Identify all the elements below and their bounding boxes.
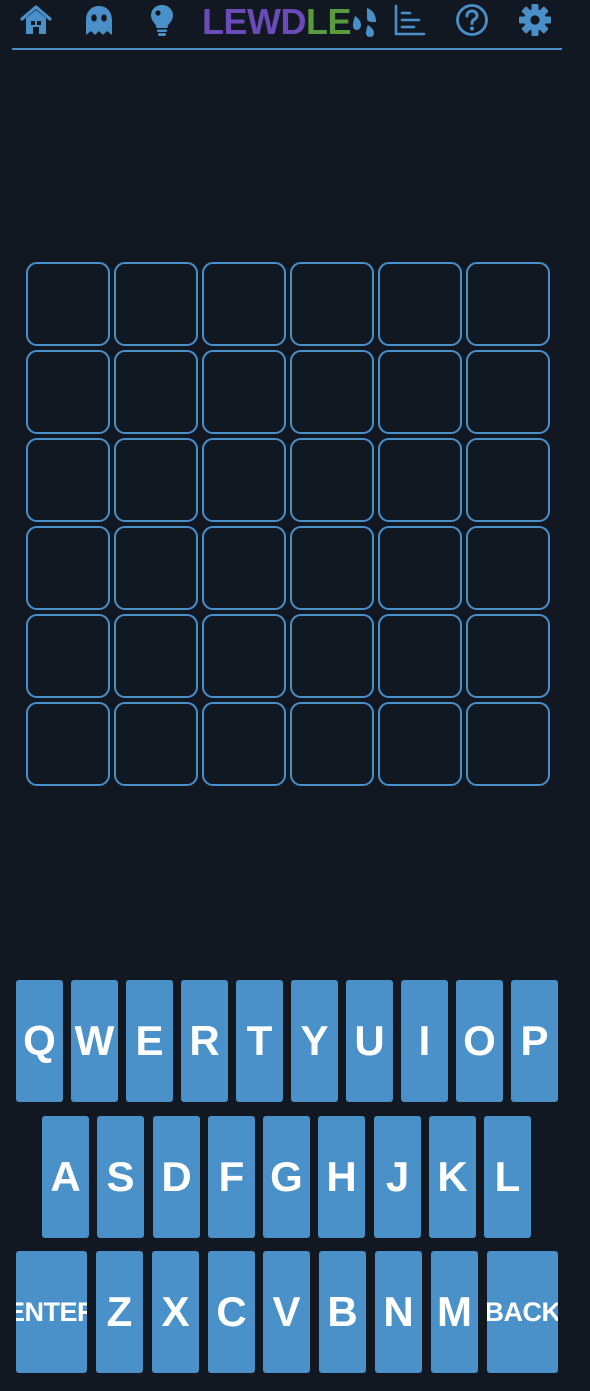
letter-tile (202, 526, 286, 610)
key-c[interactable]: C (208, 1251, 255, 1373)
key-a[interactable]: A (42, 1116, 89, 1238)
letter-tile (290, 526, 374, 610)
letter-tile (202, 438, 286, 522)
key-y[interactable]: Y (291, 980, 338, 1102)
key-s[interactable]: S (97, 1116, 144, 1238)
letter-tile (290, 702, 374, 786)
key-z[interactable]: Z (96, 1251, 143, 1373)
key-p[interactable]: P (511, 980, 558, 1102)
letter-tile (290, 262, 374, 346)
lightbulb-icon[interactable] (144, 2, 180, 38)
keyboard-row-3: ENTERZXCVBNMBACK (0, 1251, 590, 1373)
letter-tile (202, 614, 286, 698)
droplets-icon (353, 8, 376, 37)
key-x[interactable]: X (152, 1251, 199, 1373)
game-page: LEWD LE Q W E R T Y U I O P A S D F G H … (0, 0, 590, 1391)
key-j[interactable]: J (374, 1116, 421, 1238)
settings-icon[interactable] (517, 2, 553, 38)
key-u[interactable]: U (346, 980, 393, 1102)
key-back[interactable]: BACK (487, 1251, 558, 1373)
letter-tile (202, 350, 286, 434)
key-r[interactable]: R (181, 980, 228, 1102)
key-o[interactable]: O (456, 980, 503, 1102)
letter-tile (466, 262, 550, 346)
key-v[interactable]: V (263, 1251, 310, 1373)
letter-tile (114, 614, 198, 698)
key-enter[interactable]: ENTER (16, 1251, 87, 1373)
key-n[interactable]: N (375, 1251, 422, 1373)
letter-tile (378, 614, 462, 698)
key-e[interactable]: E (126, 980, 173, 1102)
key-t[interactable]: T (236, 980, 283, 1102)
letter-tile (378, 438, 462, 522)
key-k[interactable]: K (429, 1116, 476, 1238)
logo-text-green: LE (305, 1, 352, 42)
letter-tile (466, 438, 550, 522)
key-l[interactable]: L (484, 1116, 531, 1238)
key-q[interactable]: Q (16, 980, 63, 1102)
letter-tile (26, 702, 110, 786)
letter-tile (466, 350, 550, 434)
letter-tile (114, 702, 198, 786)
letter-tile (26, 438, 110, 522)
key-d[interactable]: D (153, 1116, 200, 1238)
letter-tile (290, 350, 374, 434)
letter-tile (378, 526, 462, 610)
key-f[interactable]: F (208, 1116, 255, 1238)
key-g[interactable]: G (263, 1116, 310, 1238)
home-icon[interactable] (18, 2, 54, 38)
top-nav: LEWD LE (12, 0, 562, 50)
letter-tile (26, 614, 110, 698)
letter-tile (114, 526, 198, 610)
letter-tile (202, 262, 286, 346)
letter-tile (290, 438, 374, 522)
letter-tile (466, 702, 550, 786)
key-i[interactable]: I (401, 980, 448, 1102)
stats-icon[interactable] (392, 2, 428, 38)
game-board (26, 262, 550, 786)
key-w[interactable]: W (71, 980, 118, 1102)
logo-text-purple: LEWD (202, 1, 306, 42)
keyboard-row-1: QWERTYUIOP (0, 980, 590, 1102)
keyboard-row-2: ASDFGHJKL (0, 1116, 590, 1238)
letter-tile (378, 350, 462, 434)
letter-tile (466, 526, 550, 610)
letter-tile (202, 702, 286, 786)
letter-tile (466, 614, 550, 698)
key-m[interactable]: M (431, 1251, 478, 1373)
letter-tile (378, 702, 462, 786)
letter-tile (114, 262, 198, 346)
letter-tile (114, 438, 198, 522)
help-icon[interactable] (454, 2, 490, 38)
letter-tile (378, 262, 462, 346)
key-h[interactable]: H (318, 1116, 365, 1238)
ghost-icon[interactable] (81, 2, 117, 38)
letter-tile (26, 262, 110, 346)
letter-tile (290, 614, 374, 698)
letter-tile (114, 350, 198, 434)
key-b[interactable]: B (319, 1251, 366, 1373)
letter-tile (26, 526, 110, 610)
letter-tile (26, 350, 110, 434)
lewdle-logo: LEWD LE (202, 2, 377, 42)
